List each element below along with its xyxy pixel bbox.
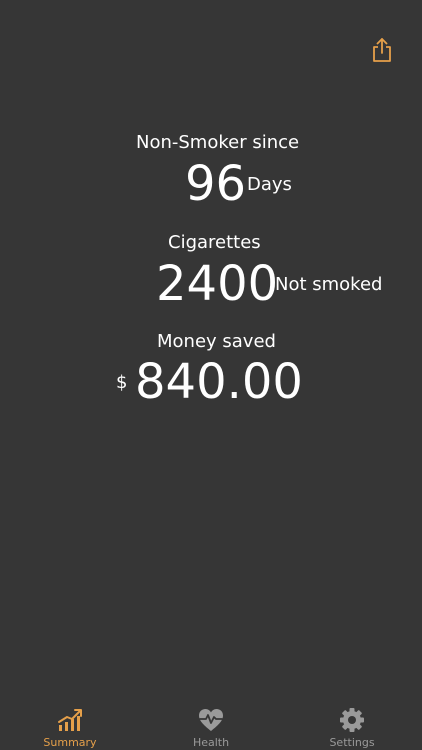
gear-icon	[338, 706, 366, 734]
heart-pulse-icon	[197, 706, 225, 734]
money-saved-label: Money saved	[157, 331, 276, 352]
share-icon	[373, 38, 391, 62]
money-saved-value: 840.00	[135, 354, 303, 410]
tab-health[interactable]: Health	[141, 700, 281, 750]
nonsmoker-label: Non-Smoker since	[136, 132, 300, 153]
money-currency-symbol: $	[116, 372, 128, 393]
tab-summary-label: Summary	[43, 736, 97, 749]
chart-trend-icon	[56, 706, 84, 734]
tab-health-label: Health	[192, 736, 230, 749]
nonsmoker-days-unit: Days	[247, 174, 292, 195]
share-button[interactable]	[370, 37, 394, 63]
tab-bar: Summary Health Settings	[0, 700, 422, 750]
cigarettes-value: 2400	[156, 256, 279, 312]
tab-settings-label: Settings	[329, 736, 375, 749]
cigarettes-unit: Not smoked	[275, 274, 383, 295]
cigarettes-label: Cigarettes	[168, 232, 261, 253]
tab-summary[interactable]: Summary	[0, 700, 140, 750]
tab-settings[interactable]: Settings	[282, 700, 422, 750]
nonsmoker-days-value: 96	[185, 156, 247, 212]
